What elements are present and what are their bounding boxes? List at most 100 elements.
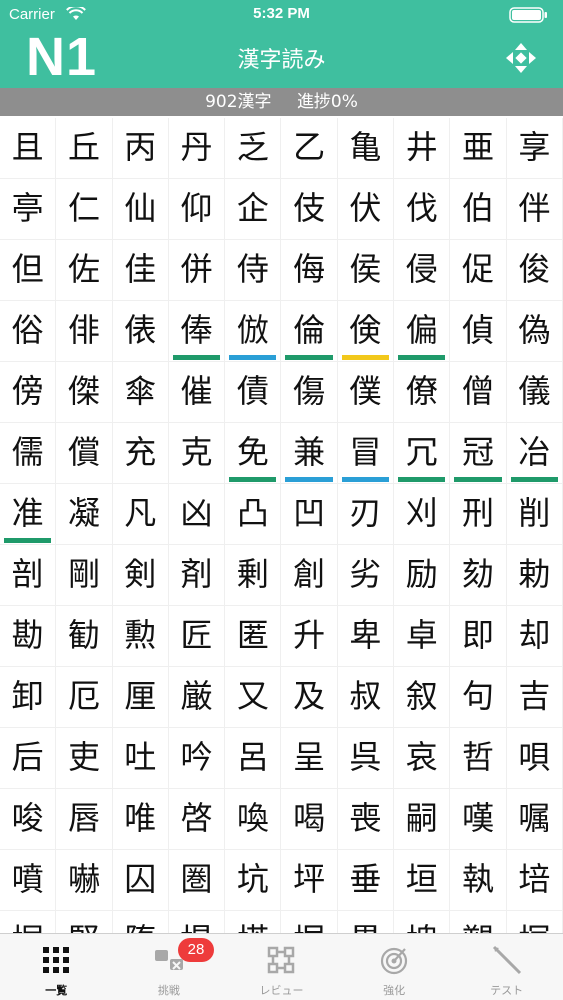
- tab-list[interactable]: 一覧: [0, 934, 113, 1000]
- kanji-cell[interactable]: 呉: [337, 728, 395, 789]
- kanji-cell[interactable]: 勘: [0, 606, 57, 667]
- kanji-cell[interactable]: 吟: [168, 728, 226, 789]
- kanji-cell[interactable]: 充: [112, 423, 169, 484]
- kanji-cell[interactable]: 句: [450, 667, 507, 728]
- kanji-cell[interactable]: 喝: [281, 789, 338, 850]
- kanji-cell[interactable]: 丘: [56, 118, 113, 179]
- kanji-cell[interactable]: 喪: [337, 789, 395, 850]
- kanji-cell[interactable]: 侮: [281, 240, 338, 301]
- kanji-cell[interactable]: 執: [450, 850, 507, 911]
- kanji-cell[interactable]: 亀: [337, 118, 395, 179]
- kanji-cell[interactable]: 准: [0, 484, 57, 545]
- kanji-cell[interactable]: 催: [168, 362, 226, 423]
- kanji-cell[interactable]: 劾: [450, 545, 507, 606]
- kanji-cell[interactable]: 凶: [168, 484, 226, 545]
- kanji-cell[interactable]: 僚: [394, 362, 451, 423]
- kanji-cell[interactable]: 坑: [225, 850, 282, 911]
- kanji-cell[interactable]: 冠: [450, 423, 507, 484]
- kanji-cell[interactable]: 克: [168, 423, 226, 484]
- kanji-cell[interactable]: 堤: [169, 911, 226, 933]
- kanji-cell[interactable]: 冒: [337, 423, 395, 484]
- kanji-cell[interactable]: 呂: [225, 728, 282, 789]
- kanji-cell[interactable]: 唆: [0, 789, 57, 850]
- kanji-cell[interactable]: 塔: [225, 911, 282, 933]
- kanji-cell[interactable]: 匠: [168, 606, 226, 667]
- move-arrows-icon[interactable]: [505, 42, 537, 74]
- kanji-cell[interactable]: 僕: [337, 362, 395, 423]
- kanji-cell[interactable]: 伏: [337, 179, 395, 240]
- kanji-cell[interactable]: 勲: [112, 606, 169, 667]
- kanji-cell[interactable]: 偵: [450, 301, 507, 362]
- kanji-cell[interactable]: 乙: [281, 118, 338, 179]
- kanji-cell[interactable]: 培: [506, 850, 563, 911]
- kanji-cell[interactable]: 嚇: [56, 850, 113, 911]
- kanji-cell[interactable]: 嗣: [394, 789, 451, 850]
- kanji-cell[interactable]: 刃: [337, 484, 395, 545]
- kanji-cell[interactable]: 仙: [112, 179, 169, 240]
- kanji-cell[interactable]: 匿: [225, 606, 282, 667]
- kanji-cell[interactable]: 噴: [0, 850, 57, 911]
- kanji-cell[interactable]: 冶: [506, 423, 563, 484]
- kanji-cell[interactable]: 冗: [394, 423, 451, 484]
- tab-review[interactable]: レビュー: [225, 934, 338, 1000]
- kanji-cell[interactable]: 喚: [225, 789, 282, 850]
- kanji-cell[interactable]: 儒: [0, 423, 57, 484]
- kanji-cell[interactable]: 丙: [112, 118, 169, 179]
- kanji-cell[interactable]: 呈: [281, 728, 338, 789]
- kanji-cell[interactable]: 哲: [450, 728, 507, 789]
- kanji-cell[interactable]: 厳: [168, 667, 226, 728]
- kanji-cell[interactable]: 塁: [338, 911, 395, 933]
- kanji-cell[interactable]: 却: [506, 606, 563, 667]
- kanji-cell[interactable]: 堕: [113, 911, 169, 933]
- kanji-cell[interactable]: 俳: [56, 301, 113, 362]
- kanji-cell[interactable]: 剖: [0, 545, 57, 606]
- kanji-cell[interactable]: 侍: [225, 240, 282, 301]
- kanji-cell[interactable]: 凝: [56, 484, 113, 545]
- kanji-cell[interactable]: 倹: [337, 301, 395, 362]
- kanji-cell[interactable]: 偽: [506, 301, 563, 362]
- kanji-cell[interactable]: 励: [394, 545, 451, 606]
- kanji-cell[interactable]: 刑: [450, 484, 507, 545]
- kanji-cell[interactable]: 唇: [56, 789, 113, 850]
- kanji-cell[interactable]: 又: [225, 667, 282, 728]
- kanji-cell[interactable]: 垂: [337, 850, 395, 911]
- kanji-cell[interactable]: 塊: [394, 911, 451, 933]
- kanji-cell[interactable]: 償: [56, 423, 113, 484]
- kanji-cell[interactable]: 嘱: [506, 789, 563, 850]
- kanji-cell[interactable]: 井: [394, 118, 451, 179]
- kanji-cell[interactable]: 唯: [112, 789, 169, 850]
- kanji-cell[interactable]: 亭: [0, 179, 57, 240]
- tab-test[interactable]: テスト: [450, 934, 563, 1000]
- kanji-cell[interactable]: 卑: [337, 606, 395, 667]
- kanji-cell[interactable]: 勧: [56, 606, 113, 667]
- kanji-cell[interactable]: 但: [0, 240, 57, 301]
- kanji-cell[interactable]: 刈: [394, 484, 451, 545]
- kanji-cell[interactable]: 侵: [394, 240, 451, 301]
- kanji-cell[interactable]: 卸: [0, 667, 57, 728]
- kanji-cell[interactable]: 剛: [56, 545, 113, 606]
- kanji-cell[interactable]: 免: [225, 423, 282, 484]
- kanji-cell[interactable]: 凸: [225, 484, 282, 545]
- kanji-cell[interactable]: 僧: [450, 362, 507, 423]
- kanji-cell[interactable]: 吏: [56, 728, 113, 789]
- kanji-cell[interactable]: 嘆: [450, 789, 507, 850]
- kanji-cell[interactable]: 伯: [450, 179, 507, 240]
- kanji-cell[interactable]: 乏: [225, 118, 282, 179]
- kanji-cell[interactable]: 叙: [394, 667, 451, 728]
- kanji-cell[interactable]: 且: [0, 118, 57, 179]
- kanji-cell[interactable]: 塑: [450, 911, 507, 933]
- kanji-cell[interactable]: 剰: [225, 545, 282, 606]
- kanji-cell[interactable]: 佳: [112, 240, 169, 301]
- kanji-cell[interactable]: 企: [225, 179, 282, 240]
- kanji-cell[interactable]: 及: [281, 667, 338, 728]
- kanji-cell[interactable]: 即: [450, 606, 507, 667]
- kanji-cell[interactable]: 坪: [281, 850, 338, 911]
- kanji-cell[interactable]: 兼: [281, 423, 338, 484]
- kanji-cell[interactable]: 亜: [450, 118, 507, 179]
- kanji-cell[interactable]: 傑: [56, 362, 113, 423]
- kanji-cell[interactable]: 唄: [506, 728, 563, 789]
- kanji-cell[interactable]: 仁: [56, 179, 113, 240]
- kanji-cell[interactable]: 圏: [168, 850, 226, 911]
- kanji-cell[interactable]: 俸: [168, 301, 226, 362]
- kanji-cell[interactable]: 俊: [506, 240, 563, 301]
